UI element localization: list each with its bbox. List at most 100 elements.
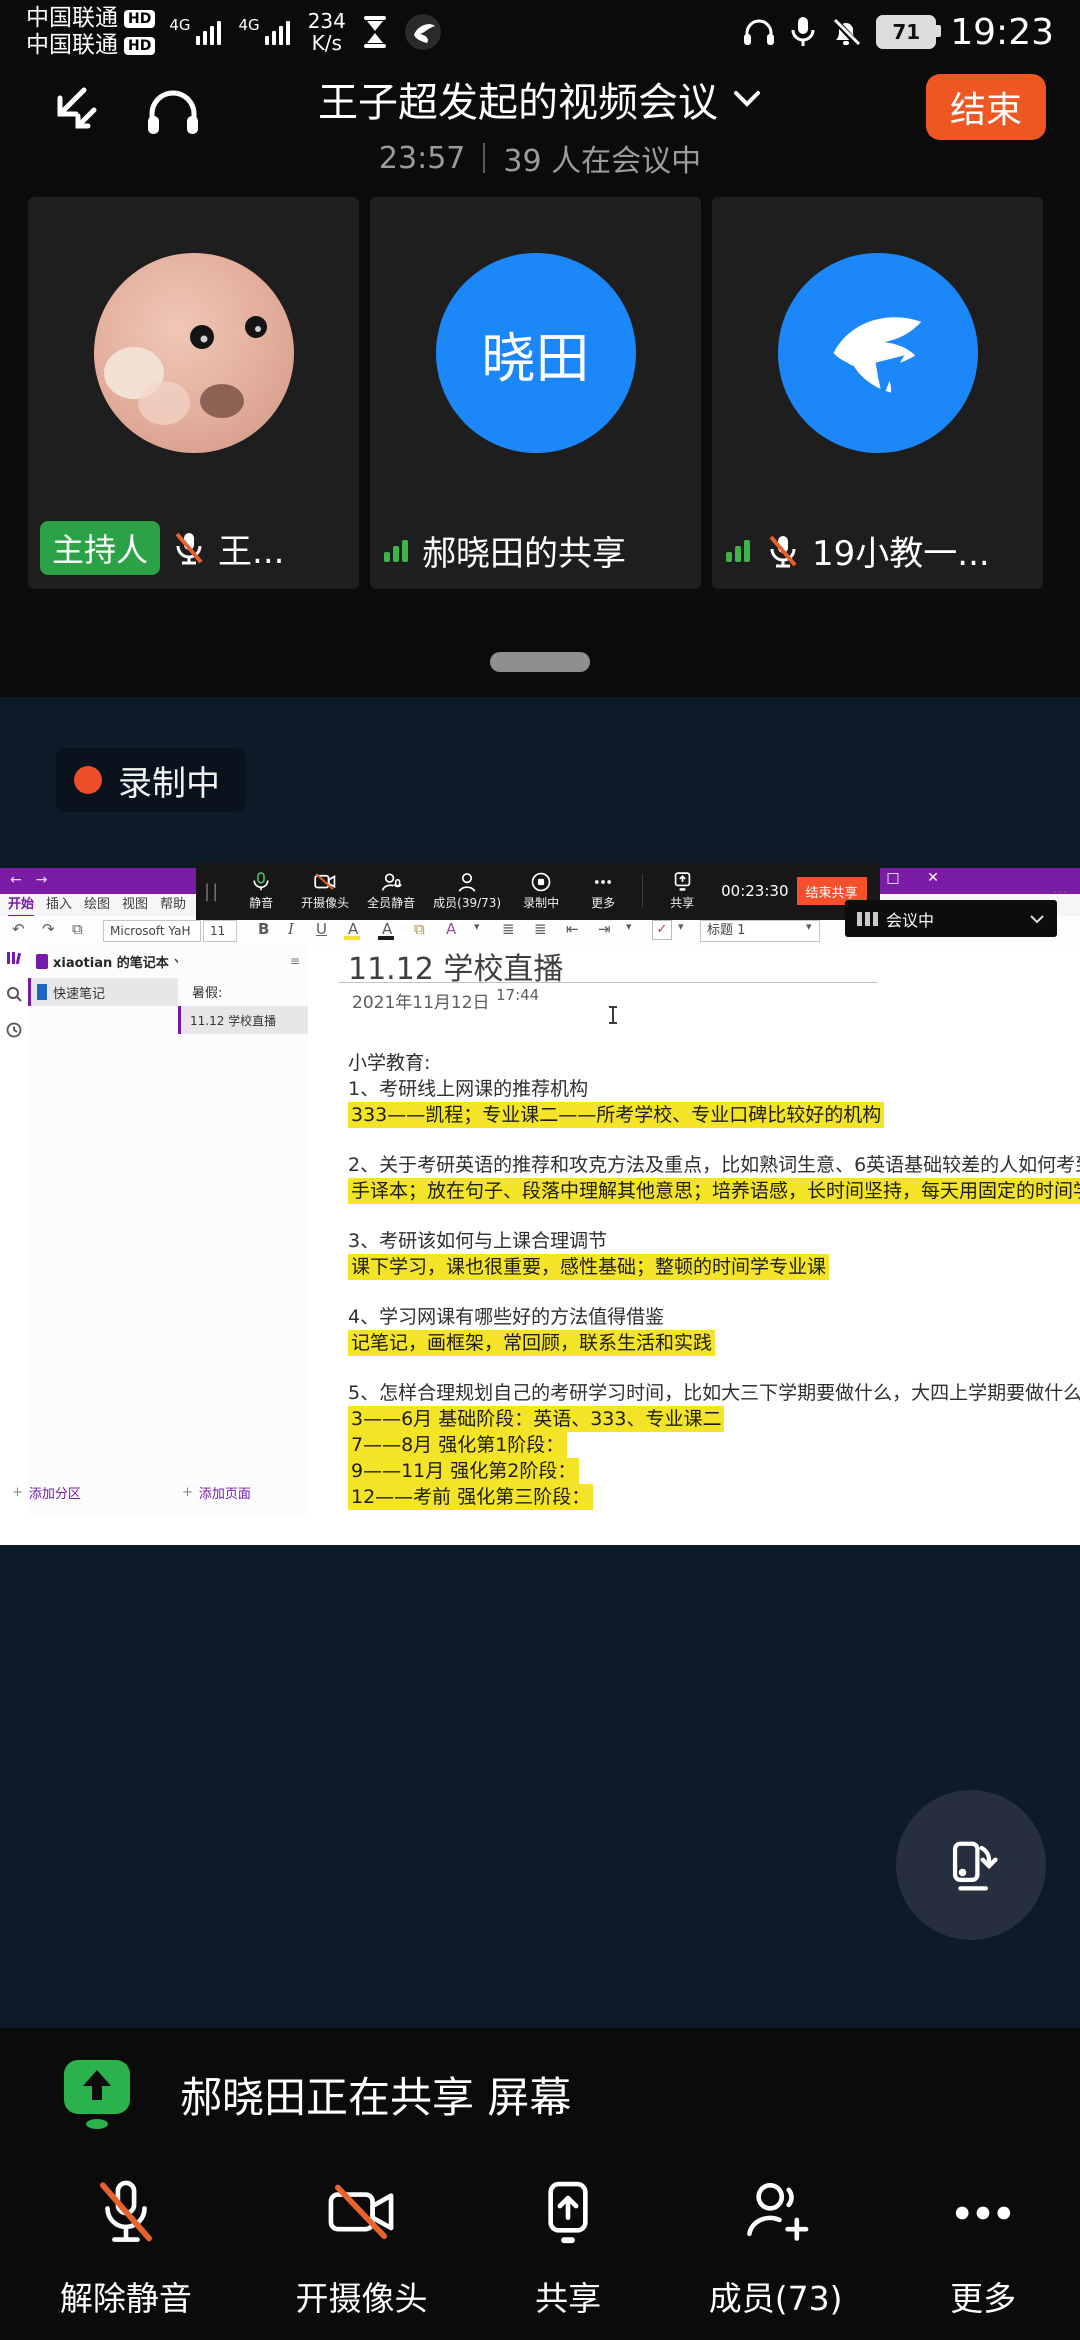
- note-canvas[interactable]: 11.12 学校直播 2021年11月12日 17:44 小学教育: 1、考研线…: [308, 946, 1080, 1515]
- host-badge: 主持人: [40, 521, 160, 575]
- participant-tile-host[interactable]: 主持人 王...: [28, 197, 359, 589]
- sort-pages-icon[interactable]: ≡: [290, 954, 300, 968]
- onenote-nav-arrows[interactable]: ←→: [10, 872, 61, 888]
- tile-label-row: 主持人 王...: [40, 521, 353, 575]
- note-body[interactable]: 小学教育: 1、考研线上网课的推荐机构 333——凯程；专业课二——所考学校、专…: [348, 1050, 1058, 1510]
- mute-all-button[interactable]: 全员静音: [367, 872, 415, 911]
- share-button[interactable]: 共享: [531, 2176, 605, 2320]
- outdent-button[interactable]: ⇤: [566, 920, 579, 938]
- clipboard-icon[interactable]: ⧉: [72, 920, 83, 938]
- people-plus-icon: [739, 2176, 813, 2250]
- ribbon-overflow-dots[interactable]: ⋯: [1052, 882, 1068, 901]
- bold-button[interactable]: B: [258, 920, 269, 938]
- bullet-list-button[interactable]: ≣: [502, 920, 515, 938]
- recording-indicator: 录制中: [56, 748, 246, 812]
- camera-button[interactable]: 开摄像头: [301, 872, 349, 911]
- pages-panel: ≡ 暑假: 11.12 学校直播: [178, 946, 309, 1515]
- recent-notes-icon[interactable]: [6, 1022, 22, 1038]
- todo-checkbox-button[interactable]: ✓: [652, 920, 672, 940]
- avatar: [778, 253, 978, 453]
- hourglass-icon: [360, 15, 390, 49]
- font-more-caret[interactable]: ▾: [474, 920, 480, 933]
- tab-home[interactable]: 开始: [8, 894, 34, 918]
- drag-handle[interactable]: [490, 652, 590, 672]
- status-bar: 中国联通HD 中国联通HD 4G 4G 234 K/s: [0, 0, 1080, 64]
- page-name: 11.12 学校直播: [190, 1012, 276, 1029]
- tab-help[interactable]: 帮助: [160, 894, 186, 915]
- toolbar-divider: [642, 874, 643, 908]
- highlighter-color-bar: [344, 936, 360, 940]
- notebook-icon: [36, 954, 48, 969]
- rotate-phone-icon: [937, 1831, 1005, 1899]
- mute-label: 静音: [249, 894, 273, 911]
- note-line: 1、考研线上网课的推荐机构: [348, 1076, 1058, 1102]
- share-button-desktop[interactable]: 共享: [660, 872, 704, 911]
- person-icon: [457, 872, 477, 892]
- style-select[interactable]: 标题 1: [700, 920, 820, 942]
- note-line-highlighted: 7——8月 强化第1阶段：: [348, 1432, 567, 1458]
- shared-desktop[interactable]: ←→ tian hao — □ ✕ 开始 插入 绘图 视图 帮助 ↶ ↷ ⧉ M…: [0, 868, 1080, 1545]
- add-page-button[interactable]: + 添加页面: [182, 1483, 251, 1502]
- sharing-banner: 郝晓田正在共享 屏幕: [58, 2056, 571, 2132]
- more-label: 更多: [591, 894, 615, 911]
- note-date: 2021年11月12日: [352, 988, 490, 1013]
- tab-view[interactable]: 视图: [122, 894, 148, 915]
- meeting-status-pill[interactable]: 会议中: [845, 900, 1057, 937]
- tag-more-caret[interactable]: ▾: [678, 920, 684, 933]
- camera-on-button[interactable]: 开摄像头: [295, 2176, 427, 2320]
- list-more-caret[interactable]: ▾: [626, 920, 632, 933]
- page-group-label[interactable]: 暑假:: [192, 982, 222, 1001]
- participant-tile-share[interactable]: 晓田 郝晓田的共享: [370, 197, 701, 589]
- unmute-button[interactable]: 解除静音: [60, 2176, 192, 2320]
- underline-button[interactable]: U: [316, 920, 327, 938]
- note-time: 17:44: [496, 986, 539, 1004]
- share-screen-icon: [673, 872, 692, 892]
- camera-off-icon: [324, 2176, 398, 2250]
- screen: 中国联通HD 中国联通HD 4G 4G 234 K/s: [0, 0, 1080, 2340]
- participant-tile-class[interactable]: 19小教一...: [712, 197, 1043, 589]
- mic-muted-icon: [764, 532, 802, 570]
- add-section-button[interactable]: + 添加分区: [12, 1483, 81, 1502]
- page-item-active[interactable]: 11.12 学校直播: [178, 1006, 308, 1034]
- mic-icon: [252, 872, 270, 892]
- window-maximize-button[interactable]: □: [878, 870, 908, 886]
- notebooks-icon[interactable]: [6, 950, 22, 966]
- window-close-button[interactable]: ✕: [918, 870, 948, 886]
- camera-label: 开摄像头: [295, 2272, 427, 2320]
- participant-name: 王...: [218, 524, 284, 573]
- section-item-quick-notes[interactable]: 快速笔记: [28, 978, 178, 1006]
- tile-label-row: 19小教一...: [724, 526, 1037, 575]
- toolbar-grip[interactable]: ||: [204, 881, 220, 902]
- indent-button[interactable]: ⇥: [598, 920, 611, 938]
- more-button[interactable]: 更多: [581, 872, 625, 911]
- end-meeting-button[interactable]: 结束: [926, 74, 1046, 140]
- note-line: 小学教育:: [348, 1050, 1058, 1076]
- mute-button[interactable]: 静音: [239, 872, 283, 911]
- more-button-mobile[interactable]: 更多: [946, 2176, 1020, 2320]
- tab-insert[interactable]: 插入: [46, 894, 72, 915]
- members-button[interactable]: 成员(39/73): [433, 872, 501, 911]
- participant-count: 39 人在会议中: [503, 136, 701, 180]
- battery-indicator: 71: [876, 15, 936, 49]
- title-rule: [338, 982, 878, 983]
- font-size-select[interactable]: 11: [203, 920, 237, 942]
- number-list-button[interactable]: ≣: [534, 920, 547, 938]
- members-button-mobile[interactable]: 成员(73): [709, 2176, 843, 2320]
- font-name-select[interactable]: Microsoft YaH: [103, 920, 201, 942]
- rotate-screen-button[interactable]: [896, 1790, 1046, 1940]
- hd-badge-2: HD: [124, 37, 155, 55]
- share-timer: 00:23:30: [721, 882, 788, 900]
- meeting-title-row[interactable]: 王子超发起的视频会议: [0, 70, 1080, 128]
- search-icon[interactable]: [6, 986, 22, 1002]
- clear-format-button[interactable]: A: [446, 920, 456, 938]
- notebook-header[interactable]: xiaotian 的笔记本: [36, 952, 183, 971]
- redo-icon[interactable]: ↷: [42, 920, 55, 938]
- italic-button[interactable]: I: [288, 920, 294, 938]
- recording-button[interactable]: 录制中: [519, 872, 563, 911]
- format-painter-icon[interactable]: ⧉: [414, 920, 425, 938]
- tab-draw[interactable]: 绘图: [84, 894, 110, 915]
- recording-dot: [74, 766, 102, 794]
- style-caret[interactable]: ▾: [806, 920, 812, 933]
- undo-icon[interactable]: ↶: [12, 920, 25, 938]
- headset-status-icon: [742, 16, 776, 48]
